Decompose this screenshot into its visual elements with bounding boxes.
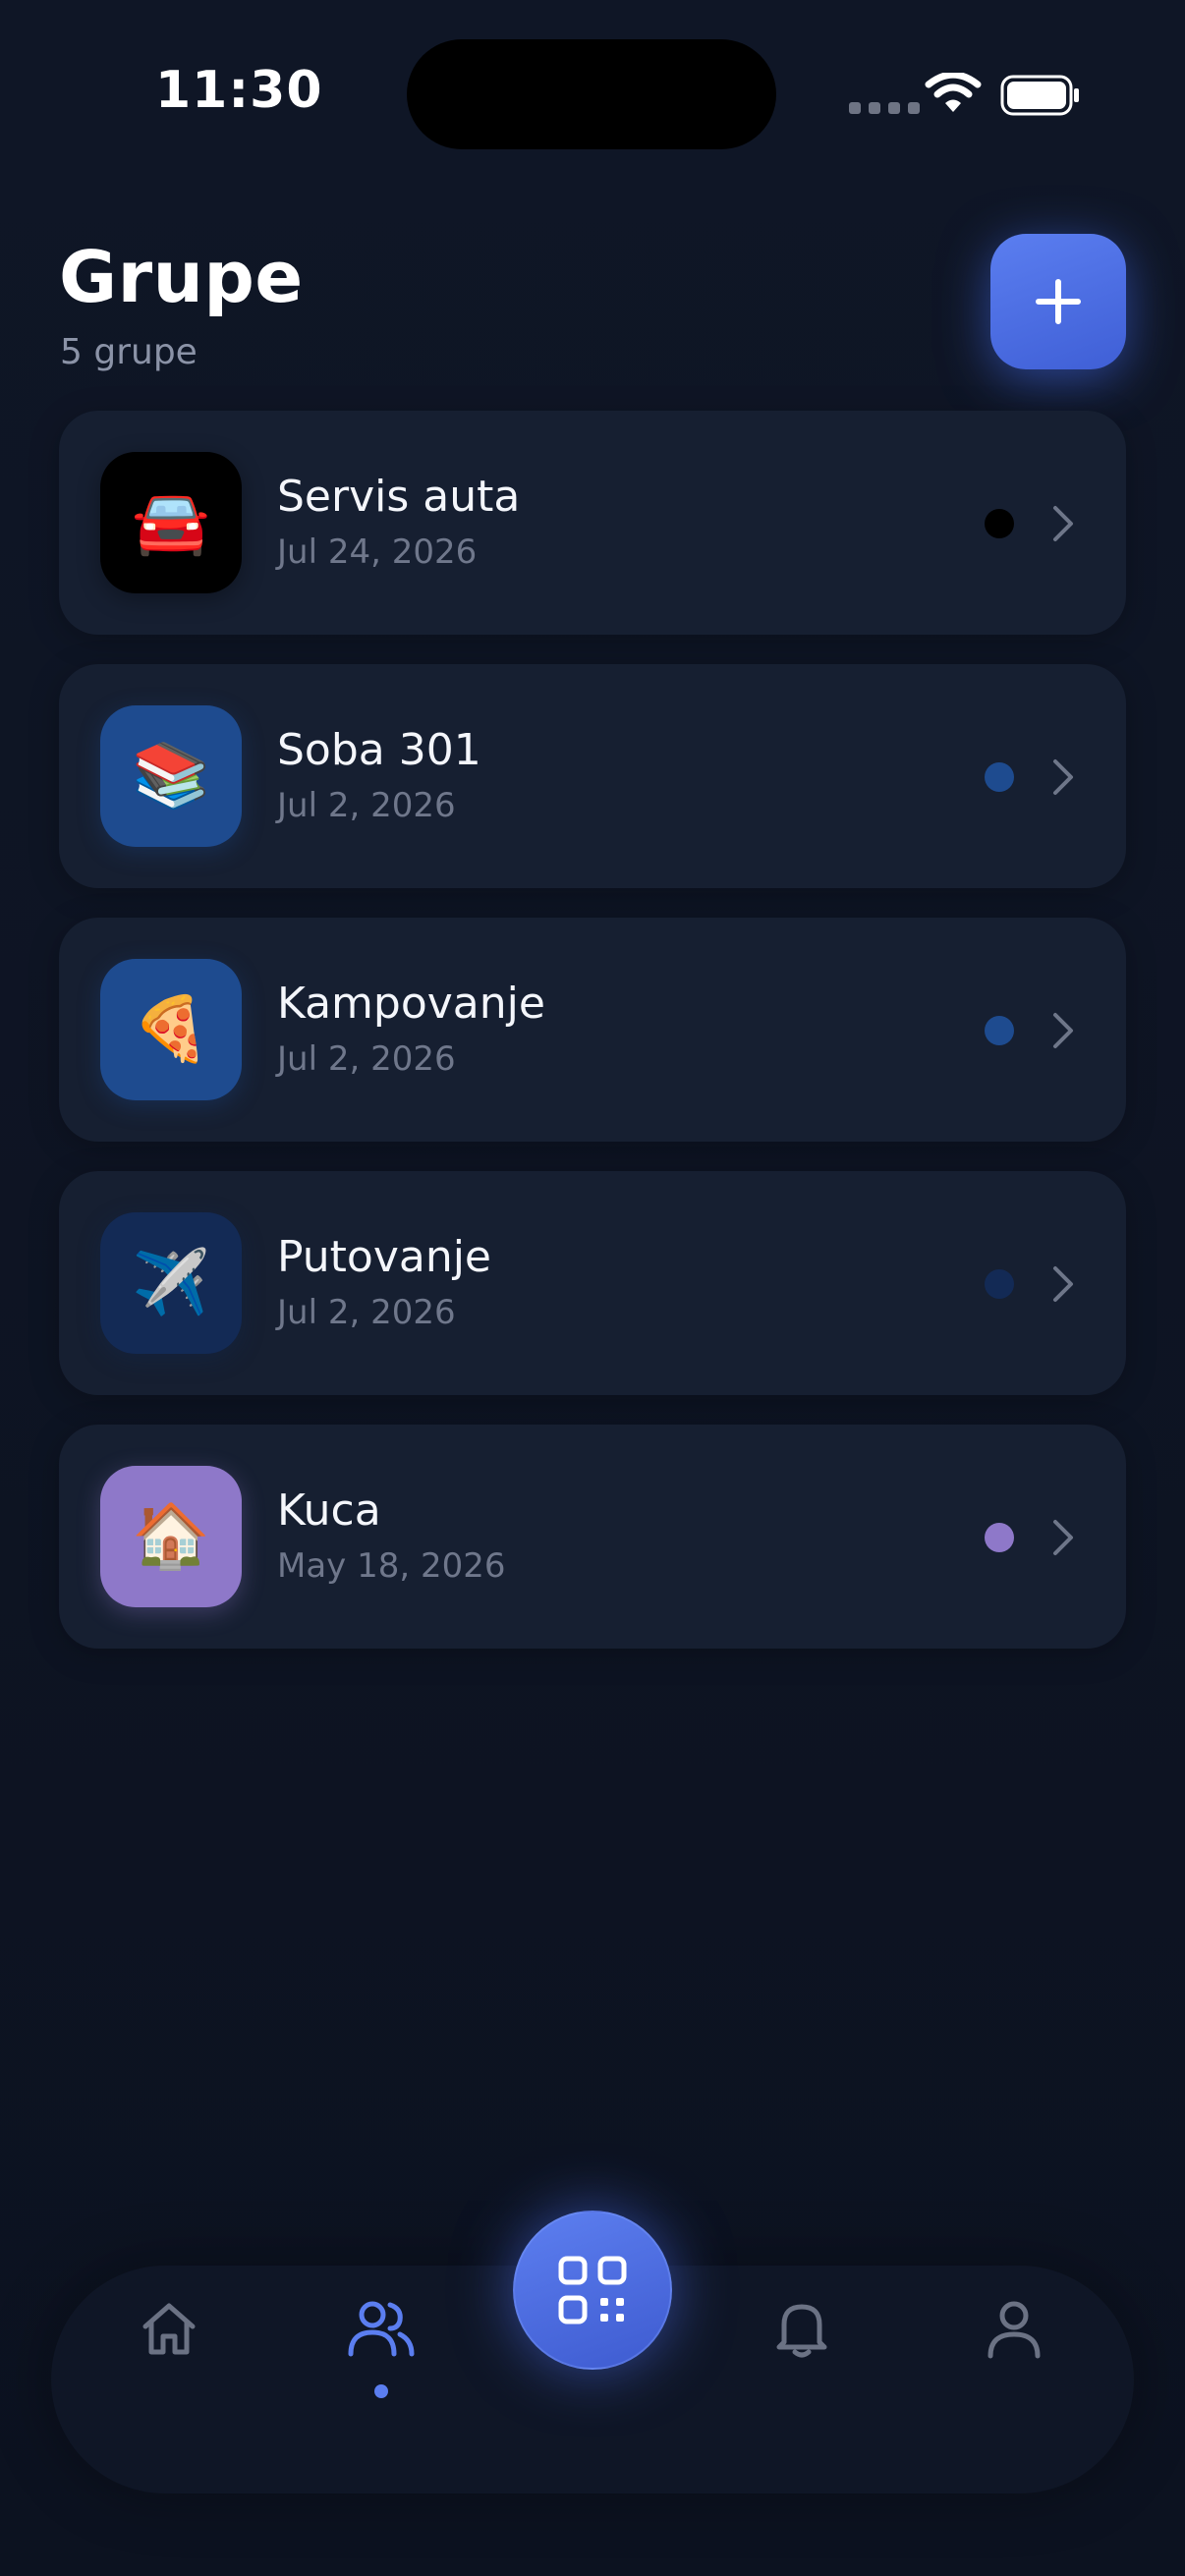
qr-scan-button[interactable] xyxy=(513,2211,672,2370)
group-card[interactable]: 🚘 Servis auta Jul 24, 2026 xyxy=(59,411,1126,635)
group-date: May 18, 2026 xyxy=(277,1546,506,1586)
group-status-dot xyxy=(985,1523,1014,1552)
group-count: 5 grupe xyxy=(60,332,198,372)
group-avatar: ✈️ xyxy=(100,1212,242,1354)
group-status-dot xyxy=(985,509,1014,538)
chevron-right-icon xyxy=(1053,506,1073,541)
profile-icon xyxy=(988,2301,1041,2359)
group-status-dot xyxy=(985,1269,1014,1299)
battery-icon xyxy=(1000,75,1079,116)
page-title: Grupe xyxy=(59,236,304,318)
home-icon xyxy=(142,2303,196,2355)
dynamic-island xyxy=(407,39,776,149)
group-emoji: 🏠 xyxy=(132,1500,210,1573)
wifi-icon xyxy=(925,73,982,112)
group-date: Jul 24, 2026 xyxy=(277,532,478,572)
group-emoji: ✈️ xyxy=(132,1247,210,1319)
groups-screen: 11:30 Grupe 5 grupe 🚘 Servis auta Jul 24… xyxy=(0,0,1185,2576)
group-name: Putovanje xyxy=(277,1232,492,1282)
group-name: Kuca xyxy=(277,1485,381,1536)
group-status-dot xyxy=(985,762,1014,792)
group-status-dot xyxy=(985,1016,1014,1045)
qr-scan-icon xyxy=(558,2256,627,2324)
group-date: Jul 2, 2026 xyxy=(277,1293,456,1332)
group-name: Soba 301 xyxy=(277,725,481,775)
users-icon xyxy=(348,2301,415,2357)
group-emoji: 📚 xyxy=(132,740,210,812)
chevron-right-icon xyxy=(1053,1013,1073,1048)
group-card[interactable]: 📚 Soba 301 Jul 2, 2026 xyxy=(59,664,1126,888)
chevron-right-icon xyxy=(1053,1520,1073,1555)
group-avatar: 📚 xyxy=(100,705,242,847)
group-card[interactable]: 🏠 Kuca May 18, 2026 xyxy=(59,1425,1126,1649)
group-card[interactable]: ✈️ Putovanje Jul 2, 2026 xyxy=(59,1171,1126,1395)
plus-icon xyxy=(1036,279,1081,324)
nav-profile[interactable] xyxy=(975,2289,1053,2368)
group-date: Jul 2, 2026 xyxy=(277,786,456,825)
group-avatar: 🏠 xyxy=(100,1466,242,1607)
chevron-right-icon xyxy=(1053,759,1073,795)
chevron-right-icon xyxy=(1053,1266,1073,1302)
group-name: Servis auta xyxy=(277,472,521,522)
cellular-signal-icon xyxy=(849,102,920,114)
nav-home[interactable] xyxy=(130,2289,208,2368)
nav-active-indicator xyxy=(374,2384,388,2398)
group-avatar: 🍕 xyxy=(100,959,242,1100)
group-emoji: 🍕 xyxy=(132,993,210,1066)
add-group-button[interactable] xyxy=(990,234,1126,369)
group-avatar: 🚘 xyxy=(100,452,242,593)
group-date: Jul 2, 2026 xyxy=(277,1039,456,1079)
group-name: Kampovanje xyxy=(277,979,545,1029)
nav-groups[interactable] xyxy=(342,2289,421,2368)
status-time: 11:30 xyxy=(155,61,323,120)
group-card[interactable]: 🍕 Kampovanje Jul 2, 2026 xyxy=(59,918,1126,1142)
nav-notifications[interactable] xyxy=(762,2289,841,2368)
group-emoji: 🚘 xyxy=(132,486,210,559)
bell-icon xyxy=(776,2304,827,2358)
